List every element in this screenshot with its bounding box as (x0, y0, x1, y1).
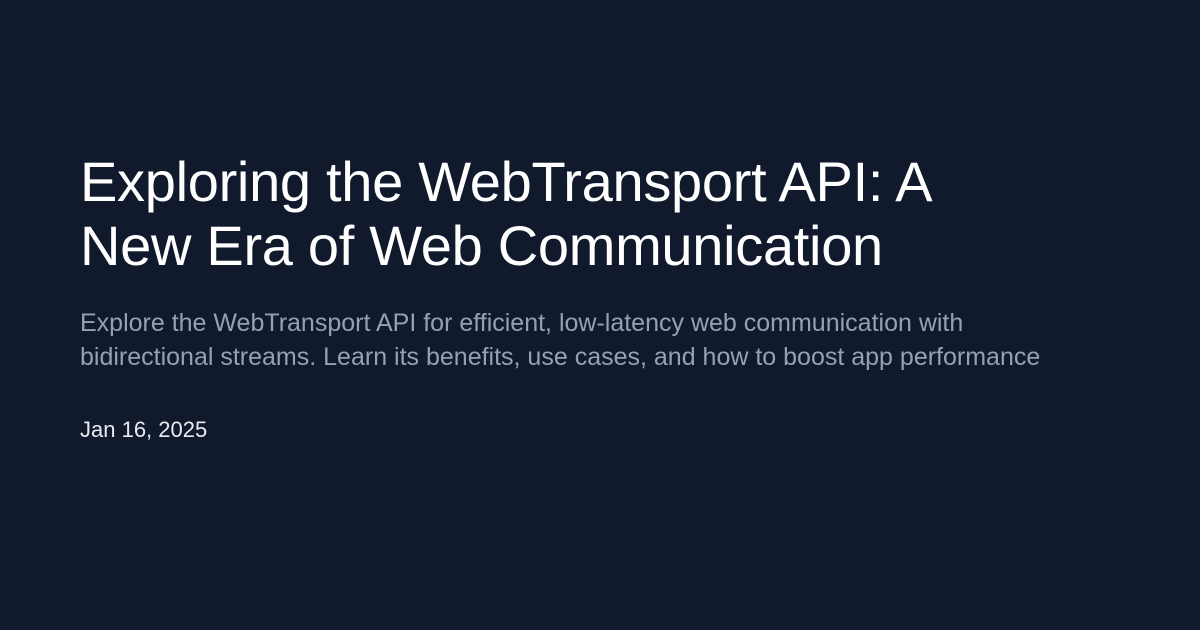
social-preview-card: Exploring the WebTransport API: A New Er… (0, 0, 1200, 630)
post-title: Exploring the WebTransport API: A New Er… (80, 150, 930, 277)
post-description: Explore the WebTransport API for efficie… (80, 309, 1041, 371)
post-header: Exploring the WebTransport API: A New Er… (80, 150, 1120, 444)
post-date: Jan 16, 2025 (80, 417, 208, 442)
